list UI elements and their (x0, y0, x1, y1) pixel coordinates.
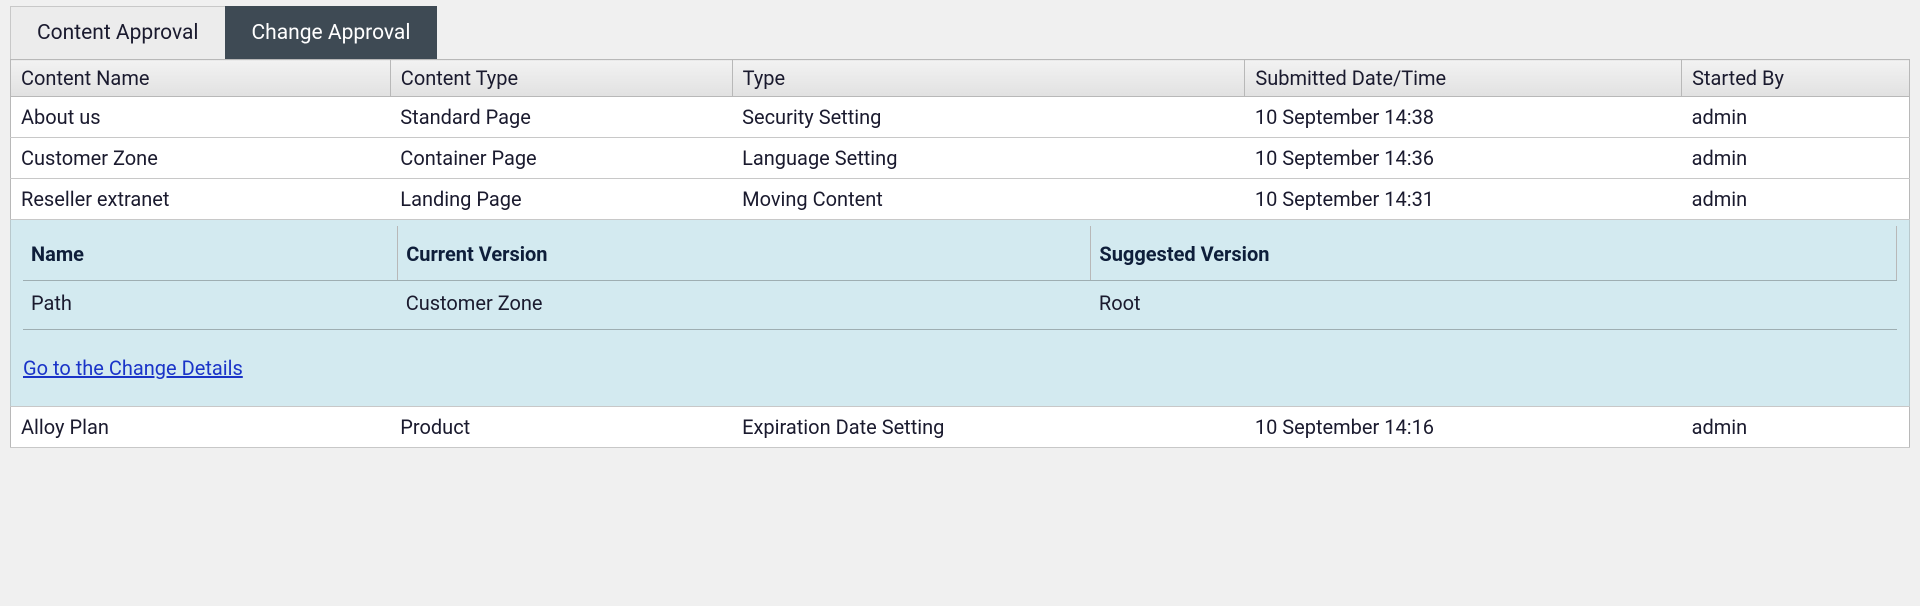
detail-table: Name Current Version Suggested Version P… (23, 226, 1897, 330)
tab-change-approval[interactable]: Change Approval (225, 6, 438, 59)
col-content-name[interactable]: Content Name (11, 60, 391, 97)
cell-content-type: Standard Page (390, 97, 732, 138)
detail-col-suggested: Suggested Version (1091, 226, 1897, 281)
cell-content-type: Product (390, 407, 732, 448)
detail-col-current: Current Version (398, 226, 1091, 281)
table-row[interactable]: Customer Zone Container Page Language Se… (11, 138, 1910, 179)
cell-type: Security Setting (732, 97, 1245, 138)
cell-content-type: Landing Page (390, 179, 732, 220)
cell-type: Moving Content (732, 179, 1245, 220)
cell-type: Expiration Date Setting (732, 407, 1245, 448)
cell-submitted: 10 September 14:16 (1245, 407, 1682, 448)
approval-table: Content Name Content Type Type Submitted… (10, 59, 1910, 448)
cell-started-by: admin (1682, 97, 1910, 138)
col-content-type[interactable]: Content Type (390, 60, 732, 97)
cell-content-name: About us (11, 97, 391, 138)
cell-submitted: 10 September 14:38 (1245, 97, 1682, 138)
cell-submitted: 10 September 14:36 (1245, 138, 1682, 179)
detail-cell-current: Customer Zone (398, 281, 1091, 330)
table-row[interactable]: Alloy Plan Product Expiration Date Setti… (11, 407, 1910, 448)
detail-row: Name Current Version Suggested Version P… (11, 220, 1910, 407)
cell-started-by: admin (1682, 407, 1910, 448)
cell-started-by: admin (1682, 138, 1910, 179)
tab-bar: Content Approval Change Approval (10, 6, 1910, 59)
detail-data-row: Path Customer Zone Root (23, 281, 1897, 330)
tab-content-approval[interactable]: Content Approval (10, 6, 226, 59)
table-row[interactable]: Reseller extranet Landing Page Moving Co… (11, 179, 1910, 220)
approval-panel: Content Approval Change Approval Content… (10, 6, 1910, 448)
table-row[interactable]: About us Standard Page Security Setting … (11, 97, 1910, 138)
change-details-link[interactable]: Go to the Change Details (23, 356, 243, 380)
col-submitted[interactable]: Submitted Date/Time (1245, 60, 1682, 97)
detail-cell-suggested: Root (1091, 281, 1897, 330)
col-type[interactable]: Type (732, 60, 1245, 97)
cell-submitted: 10 September 14:31 (1245, 179, 1682, 220)
table-header-row: Content Name Content Type Type Submitted… (11, 60, 1910, 97)
detail-panel: Name Current Version Suggested Version P… (11, 220, 1909, 406)
cell-content-name: Customer Zone (11, 138, 391, 179)
cell-content-name: Reseller extranet (11, 179, 391, 220)
col-started-by[interactable]: Started By (1682, 60, 1910, 97)
cell-content-name: Alloy Plan (11, 407, 391, 448)
cell-started-by: admin (1682, 179, 1910, 220)
cell-type: Language Setting (732, 138, 1245, 179)
detail-cell-name: Path (23, 281, 398, 330)
cell-content-type: Container Page (390, 138, 732, 179)
detail-col-name: Name (23, 226, 398, 281)
